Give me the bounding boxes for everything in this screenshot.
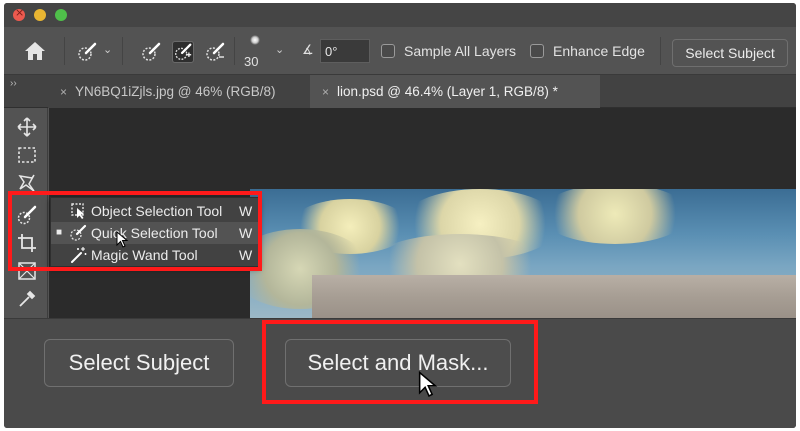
cloud — [540, 189, 690, 244]
select-subject-large-button[interactable]: Select Subject — [44, 339, 234, 387]
title-bar — [4, 3, 796, 27]
brush-size-value[interactable]: 30 — [244, 54, 258, 69]
layer-image — [312, 275, 796, 318]
tab-lion-psd[interactable]: × lion.psd @ 46.4% (Layer 1, RGB/8) * — [310, 75, 600, 108]
tab-label: lion.psd @ 46.4% (Layer 1, RGB/8) * — [337, 84, 558, 99]
quick-selection-tool-preset-icon[interactable] — [76, 41, 98, 63]
close-tab-icon[interactable]: × — [60, 76, 67, 109]
enhance-edge-checkbox[interactable] — [530, 44, 544, 58]
marquee-tool-icon[interactable] — [16, 144, 38, 166]
eyedropper-tool-icon[interactable] — [16, 288, 38, 310]
options-bar: ⌄ 30 ⌄ ∡ Sample All Layers Enhance Edge … — [4, 27, 796, 75]
mouse-cursor-icon — [418, 371, 438, 397]
sample-all-layers-label: Sample All Layers — [404, 43, 517, 59]
divider — [660, 37, 661, 65]
minimize-window-button[interactable] — [34, 9, 46, 21]
divider — [122, 37, 123, 65]
subtract-from-selection-brush-icon[interactable] — [204, 41, 226, 63]
photoshop-window: ⌄ 30 ⌄ ∡ Sample All Layers Enhance Edge … — [4, 3, 796, 428]
brush-size-preview-icon[interactable] — [250, 35, 260, 45]
chevron-down-icon[interactable]: ⌄ — [103, 43, 112, 56]
highlight-box-flyout — [8, 191, 262, 271]
sample-all-layers-checkbox[interactable] — [381, 44, 395, 58]
document-tabs: ›› × YN6BQ1iZjls.jpg @ 46% (RGB/8) × lion.… — [4, 75, 796, 108]
divider — [234, 37, 235, 65]
home-icon[interactable] — [24, 41, 46, 61]
select-subject-button[interactable]: Select Subject — [672, 39, 788, 67]
highlight-box-select-and-mask — [262, 320, 538, 404]
zoom-window-button[interactable] — [55, 9, 67, 21]
close-window-button[interactable] — [13, 6, 25, 21]
expand-panels-icon[interactable]: ›› — [10, 78, 17, 89]
enhance-edge-label: Enhance Edge — [553, 43, 645, 59]
chevron-down-icon[interactable]: ⌄ — [275, 43, 284, 56]
angle-icon: ∡ — [302, 42, 314, 57]
add-to-selection-brush-icon[interactable] — [172, 41, 194, 63]
new-selection-brush-icon[interactable] — [140, 41, 162, 63]
document-image[interactable] — [250, 189, 796, 318]
move-tool-icon[interactable] — [16, 116, 38, 138]
tab-label: YN6BQ1iZjls.jpg @ 46% (RGB/8) — [75, 84, 276, 99]
tab-yn6bq1izjls[interactable]: × YN6BQ1iZjls.jpg @ 46% (RGB/8) — [48, 75, 310, 108]
angle-input[interactable] — [320, 39, 370, 63]
close-tab-icon[interactable]: × — [322, 76, 329, 109]
divider — [64, 37, 65, 65]
